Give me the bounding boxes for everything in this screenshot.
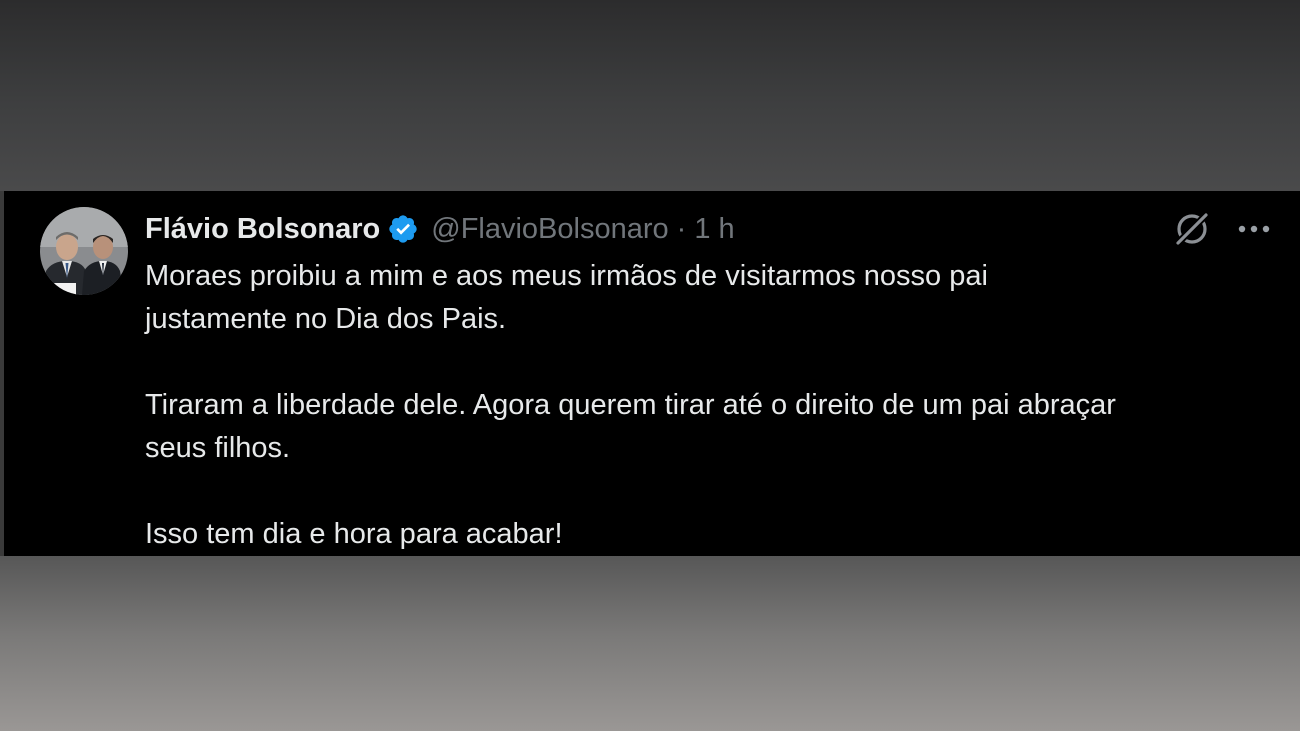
background-top: [0, 0, 1300, 191]
grok-icon: [1174, 211, 1210, 247]
tweet-paragraph-1: Moraes proibiu a mim e aos meus irmãos d…: [145, 260, 988, 335]
tweet-paragraph-3: Isso tem dia e hora para acabar!: [145, 518, 563, 550]
separator-dot: ·: [676, 212, 687, 245]
tweet-timestamp[interactable]: 1 h: [694, 213, 734, 246]
author-handle[interactable]: @FlavioBolsonaro: [431, 213, 668, 246]
background-bottom: [0, 556, 1300, 731]
tweet-card: Flávio Bolsonaro @FlavioBolsonaro · 1 h …: [4, 191, 1300, 556]
tweet-text: Moraes proibiu a mim e aos meus irmãos d…: [145, 255, 1285, 556]
avatar-image: [40, 207, 128, 295]
avatar[interactable]: [40, 207, 128, 295]
more-options-icon: [1238, 225, 1270, 233]
more-options-button[interactable]: [1234, 209, 1274, 249]
tweet-paragraph-2: Tiraram a liberdade dele. Agora querem t…: [145, 389, 1116, 464]
tweet-header: Flávio Bolsonaro @FlavioBolsonaro · 1 h: [145, 209, 735, 249]
author-name[interactable]: Flávio Bolsonaro: [145, 213, 380, 246]
verified-badge-icon: [387, 213, 419, 245]
grok-button[interactable]: [1172, 209, 1212, 249]
